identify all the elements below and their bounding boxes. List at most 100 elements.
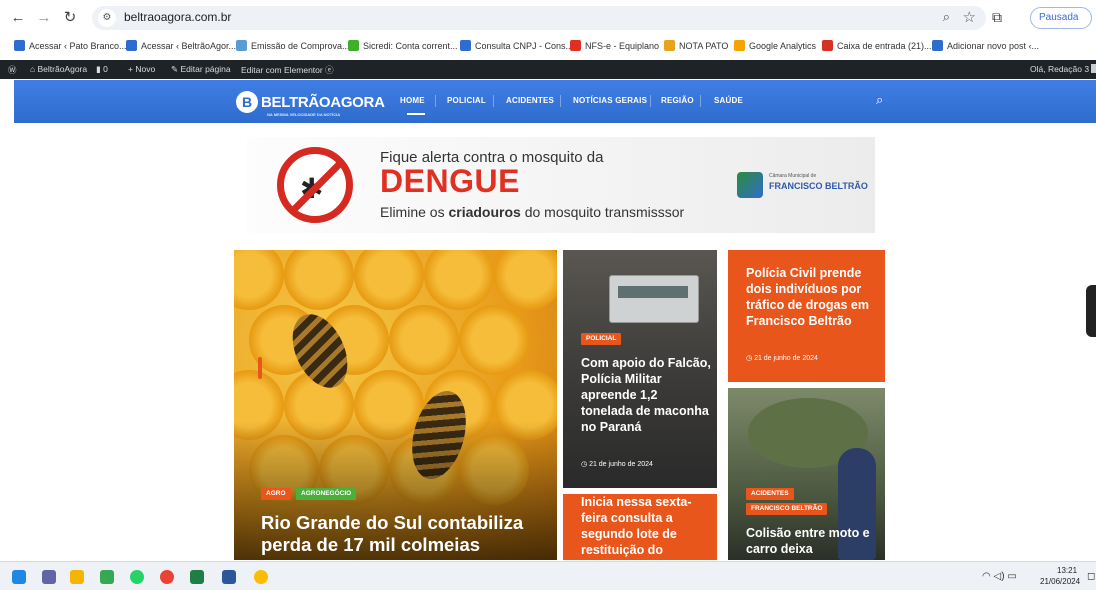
scale-illustration — [609, 275, 699, 323]
excel-icon[interactable] — [190, 570, 204, 584]
drive-icon[interactable] — [100, 570, 114, 584]
bookmark-favicon — [570, 40, 581, 51]
menu-item-acidentes[interactable]: ACIDENTES — [506, 96, 554, 105]
menu-item-home[interactable]: HOME — [400, 96, 425, 105]
admin-site-name: BeltrãoAgora — [37, 64, 88, 74]
admin-site-link[interactable]: ⌂ BeltrãoAgora — [30, 64, 87, 74]
menu-separator — [650, 95, 651, 107]
bookmark-label: Adicionar novo post ‹... — [947, 40, 1040, 51]
bookmark-label: Acessar ‹ BeltrãoAgor... — [141, 40, 237, 51]
admin-comments-link[interactable]: ▮ 0 — [96, 64, 108, 75]
article-card-featured[interactable]: AGRO AGRONEGÓCIO Rio Grande do Sul conta… — [234, 250, 557, 560]
category-tag[interactable]: POLICIAL — [581, 333, 622, 345]
honeycomb-cell — [494, 250, 557, 310]
file-explorer-icon[interactable] — [70, 570, 84, 584]
admin-account-link[interactable]: Olá, Redação 3 — [1030, 64, 1096, 74]
logo-tagline: NA MESMA VELOCIDADE DA NOTÍCIA — [267, 112, 341, 117]
article-date: ◷ 21 de junho de 2024 — [746, 354, 818, 362]
menu-separator — [560, 95, 561, 107]
menu-item-saude[interactable]: SAÚDE — [714, 96, 743, 105]
honeycomb-cell — [389, 305, 459, 375]
profile-status: Pausada — [1039, 12, 1079, 23]
bookmark-favicon — [14, 40, 25, 51]
whatsapp-icon[interactable] — [130, 570, 144, 584]
bookmark-item[interactable]: NOTA PATO — [664, 40, 728, 51]
category-tag[interactable]: FRANCISCO BELTRÃO — [746, 503, 828, 515]
bookmark-label: NFS-e - Equiplano — [585, 40, 660, 51]
bookmark-item[interactable]: Adicionar novo post ‹... — [932, 40, 1039, 51]
clock-time[interactable]: 13:21 — [1057, 566, 1077, 575]
bookmark-item[interactable]: Acessar ‹ BeltrãoAgor... — [126, 40, 236, 51]
bookmark-favicon — [734, 40, 745, 51]
comment-icon: ▮ — [96, 64, 101, 74]
admin-elementor-link[interactable]: Editar com Elementor ⓔ — [241, 64, 334, 76]
article-title[interactable]: Com apoio do Falcão, Polícia Militar apr… — [581, 355, 711, 435]
article-card[interactable]: ACIDENTES FRANCISCO BELTRÃO Colisão entr… — [728, 388, 885, 560]
bookmark-item[interactable]: Acessar ‹ Pato Branco... — [14, 40, 127, 51]
search-icon[interactable]: ⌕ — [876, 92, 883, 108]
wordpress-icon[interactable]: Ⓦ — [8, 64, 17, 76]
floating-widget[interactable] — [1086, 285, 1096, 337]
article-card[interactable]: Inicia nessa sexta-feira consulta a segu… — [563, 494, 717, 560]
system-tray[interactable]: ◠ ◁) ▭ — [982, 571, 1017, 582]
pencil-icon: ✎ — [171, 64, 179, 74]
site-logo[interactable]: B BELTRÃOAGORA NA MESMA VELOCIDADE DA NO… — [236, 90, 385, 117]
bookmark-item[interactable]: Google Analytics — [734, 40, 816, 51]
slide-indicator[interactable] — [258, 357, 262, 379]
bookmark-item[interactable]: Sicredi: Conta corrent... — [348, 40, 458, 51]
back-arrow-icon[interactable]: ← — [8, 8, 28, 28]
menu-separator — [493, 95, 494, 107]
article-card[interactable]: Polícia Civil prende dois indivíduos por… — [728, 250, 885, 382]
bookmark-item[interactable]: Consulta CNPJ - Cons... — [460, 40, 573, 51]
menu-item-regiao[interactable]: REGIÃO — [661, 96, 694, 105]
url-text[interactable]: beltraoagora.com.br — [124, 10, 231, 24]
dengue-ad-banner[interactable]: ✱ Fique alerta contra o mosquito da DENG… — [247, 137, 875, 233]
address-bar[interactable]: ⚙ beltraoagora.com.br ⌕ ☆ — [92, 6, 986, 30]
chrome-profile-icon[interactable] — [254, 570, 268, 584]
menu-item-policial[interactable]: POLICIAL — [447, 96, 486, 105]
category-tag[interactable]: AGRO — [261, 488, 291, 500]
reload-icon[interactable]: ↻ — [60, 8, 80, 28]
bookmark-item[interactable]: Emissão de Comprova... — [236, 40, 350, 51]
admin-edit-page-link[interactable]: ✎ Editar página — [171, 64, 231, 75]
navigation-row: ← → ↻ ⚙ beltraoagora.com.br ⌕ ☆ ⧉ Pausad… — [0, 0, 1096, 36]
word-icon[interactable] — [222, 570, 236, 584]
bookmark-item[interactable]: Caixa de entrada (21)... — [822, 40, 932, 51]
bookmark-star-icon[interactable]: ☆ — [963, 8, 976, 26]
category-tag[interactable]: AGRONEGÓCIO — [296, 488, 357, 500]
admin-new-link[interactable]: + Novo — [128, 64, 155, 74]
category-tag[interactable]: ACIDENTES — [746, 488, 794, 500]
admin-comments-count: 0 — [103, 64, 108, 74]
zoom-icon[interactable]: ⌕ — [943, 9, 950, 25]
article-title[interactable]: Inicia nessa sexta-feira consulta a segu… — [581, 494, 711, 558]
notification-icon[interactable]: ◻ — [1087, 571, 1095, 582]
site-info-icon[interactable]: ⚙ — [98, 9, 116, 27]
menu-item-noticias-gerais[interactable]: NOTÍCIAS GERAIS — [573, 96, 647, 105]
no-mosquito-icon: ✱ — [277, 147, 353, 223]
sponsor-small: Câmara Municipal de — [769, 173, 817, 179]
bookmark-label: Caixa de entrada (21)... — [837, 40, 932, 51]
article-card[interactable]: POLICIAL Com apoio do Falcão, Polícia Mi… — [563, 250, 717, 488]
teams-icon[interactable] — [42, 570, 56, 584]
chrome-icon[interactable] — [160, 570, 174, 584]
admin-new-label: Novo — [135, 64, 156, 74]
bookmark-label: Consulta CNPJ - Cons... — [475, 40, 574, 51]
banner-line-3: Elimine os criadouros do mosquito transm… — [380, 204, 684, 220]
bookmark-favicon — [932, 40, 943, 51]
bookmark-favicon — [822, 40, 833, 51]
plus-icon: + — [128, 64, 133, 74]
start-icon[interactable] — [12, 570, 26, 584]
extensions-icon[interactable]: ⧉ — [992, 9, 1002, 26]
forward-arrow-icon[interactable]: → — [34, 8, 54, 28]
site-header: B BELTRÃOAGORA NA MESMA VELOCIDADE DA NO… — [14, 80, 1096, 123]
bookmark-item[interactable]: NFS-e - Equiplano — [570, 40, 659, 51]
clock-date[interactable]: 21/06/2024 — [1040, 577, 1080, 586]
bookmark-favicon — [664, 40, 675, 51]
sponsor-name: FRANCISCO BELTRÃO — [769, 181, 868, 191]
article-title[interactable]: Polícia Civil prende dois indivíduos por… — [746, 265, 881, 329]
article-title[interactable]: Colisão entre moto e carro deixa — [746, 525, 881, 557]
bookmark-favicon — [236, 40, 247, 51]
article-date-text: 21 de junho de 2024 — [589, 461, 653, 468]
profile-button[interactable]: Pausada — [1030, 7, 1092, 29]
article-title[interactable]: Rio Grande do Sul contabiliza perda de 1… — [261, 512, 551, 556]
